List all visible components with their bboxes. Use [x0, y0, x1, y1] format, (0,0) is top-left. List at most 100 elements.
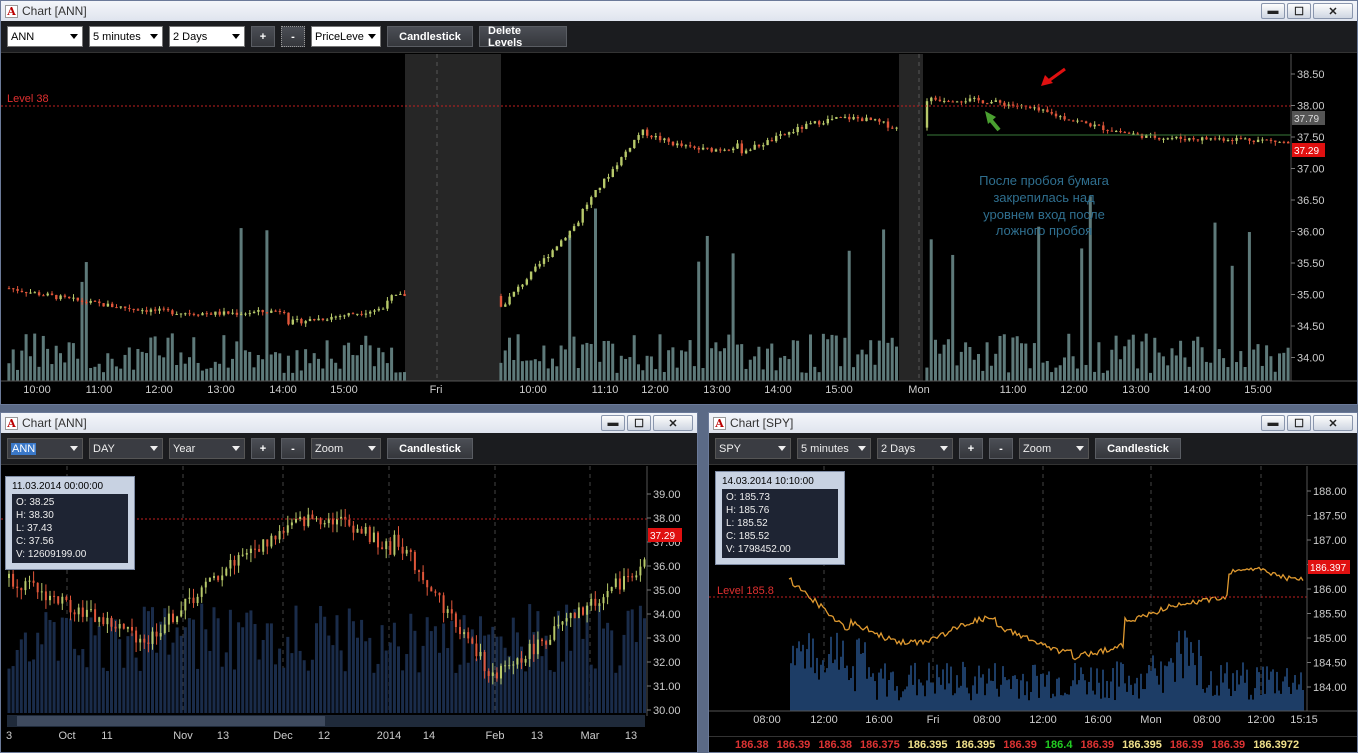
candle-body [426, 580, 429, 588]
ticker-value: 186.39 [1080, 738, 1115, 751]
volume-bar [1183, 357, 1187, 381]
candle-body [697, 147, 700, 150]
maximize-icon[interactable]: ☐ [1287, 415, 1311, 431]
volume-bar [538, 361, 542, 381]
volume-bar [162, 357, 166, 381]
tooltip-open: O: 185.73 [726, 492, 770, 503]
volume-bar [248, 351, 252, 381]
candle-body [360, 528, 363, 534]
volume-bar [228, 609, 232, 713]
candle-body [352, 525, 355, 533]
candlestick-button[interactable]: Candlestick [387, 26, 473, 47]
volume-bar [978, 665, 980, 711]
volume-bar [1198, 639, 1200, 711]
interval-select[interactable]: DAY [89, 438, 163, 459]
symbol-select[interactable]: ANN [7, 26, 83, 47]
symbol-select[interactable]: SPY [715, 438, 791, 459]
volume-bar [1157, 352, 1161, 381]
range-select[interactable]: Year [169, 438, 245, 459]
volume-bar [105, 670, 109, 713]
volume-bar [912, 684, 914, 711]
interval-select[interactable]: 5 minutes [89, 26, 163, 47]
volume-bar [516, 334, 520, 381]
ticker-value: 186.38 [735, 738, 769, 751]
candle-body [409, 549, 412, 553]
volume-bar [1172, 662, 1174, 711]
volume-bar [1110, 349, 1114, 381]
volume-bar [1274, 693, 1276, 711]
chevron-down-icon [1076, 446, 1084, 451]
zoom-out-button[interactable]: - [989, 438, 1013, 459]
volume-bar [282, 667, 286, 713]
volume-bar [1213, 222, 1217, 381]
candle-body [214, 311, 217, 315]
zoom-out-button[interactable]: - [281, 26, 305, 47]
zoom-in-button[interactable]: + [959, 438, 983, 459]
volume-bar [1270, 671, 1272, 711]
candle-body [49, 595, 51, 601]
volume-bar [252, 367, 256, 381]
volume-bar [1064, 692, 1066, 711]
volume-bar [294, 605, 298, 713]
candle-body [770, 140, 774, 142]
candle-body [454, 613, 457, 628]
volume-bar [1126, 691, 1128, 711]
candle-body [37, 292, 41, 296]
tool-select[interactable]: PriceLeve [311, 26, 381, 47]
zoom-in-button[interactable]: + [251, 438, 275, 459]
range-select[interactable]: 2 Days [169, 26, 245, 47]
close-icon[interactable]: ✕ [653, 415, 693, 431]
volume-bar [985, 342, 989, 381]
candlestick-button[interactable]: Candlestick [387, 438, 473, 459]
maximize-icon[interactable]: ☐ [627, 415, 651, 431]
candle-body [147, 642, 150, 644]
delete-levels-button[interactable]: Delete Levels [479, 25, 567, 49]
close-icon[interactable]: ✕ [1313, 3, 1353, 19]
candle-body [943, 100, 946, 102]
volume-bar [894, 690, 896, 711]
range-select[interactable]: 2 Days [877, 438, 953, 459]
candle-body [356, 528, 359, 533]
main-price-chart[interactable]: Level 38 38.50 38.00 37.50 37.00 36.50 36.00 3… [1, 54, 1357, 404]
symbol-select[interactable]: ANN [7, 438, 83, 459]
volume-bar [540, 656, 544, 713]
minimize-icon[interactable]: ▬ [1261, 3, 1285, 19]
candle-body [393, 534, 396, 555]
zoom-out-button[interactable]: - [281, 438, 305, 459]
volume-bar [611, 343, 615, 381]
tool-select[interactable]: Zoom [1019, 438, 1089, 459]
candle-body [714, 149, 718, 152]
candle-body [231, 312, 234, 314]
candle-body [241, 554, 244, 556]
volume-bar [996, 688, 998, 711]
candle-body [175, 314, 178, 316]
volume-bar [1164, 665, 1166, 711]
interval-select[interactable]: 5 minutes [797, 438, 871, 459]
volume-bar [239, 228, 243, 381]
volume-bar [800, 372, 804, 381]
candle-body [1046, 109, 1049, 113]
candle-body [1282, 141, 1286, 143]
zoom-in-button[interactable]: + [251, 26, 275, 47]
volume-bar [299, 370, 303, 381]
volume-bar [403, 372, 406, 381]
minimize-icon[interactable]: ▬ [1261, 415, 1285, 431]
x-tick-label: 14:00 [764, 384, 792, 396]
y-tick-label: 184.00 [1313, 682, 1347, 694]
maximize-icon[interactable]: ☐ [1287, 3, 1311, 19]
candle-body [141, 310, 144, 312]
scrollbar-thumb[interactable] [17, 716, 325, 726]
candle-body [564, 237, 567, 241]
candle-body [757, 144, 761, 147]
candle-body [218, 311, 221, 315]
volume-bar [127, 347, 131, 381]
volume-bar [1032, 665, 1034, 711]
tooltip-low: L: 37.43 [16, 523, 53, 534]
volume-bar [977, 354, 980, 381]
volume-bar [1243, 367, 1247, 381]
volume-bar [960, 685, 962, 711]
close-icon[interactable]: ✕ [1313, 415, 1353, 431]
candlestick-button[interactable]: Candlestick [1095, 438, 1181, 459]
minimize-icon[interactable]: ▬ [601, 415, 625, 431]
tool-select[interactable]: Zoom [311, 438, 381, 459]
